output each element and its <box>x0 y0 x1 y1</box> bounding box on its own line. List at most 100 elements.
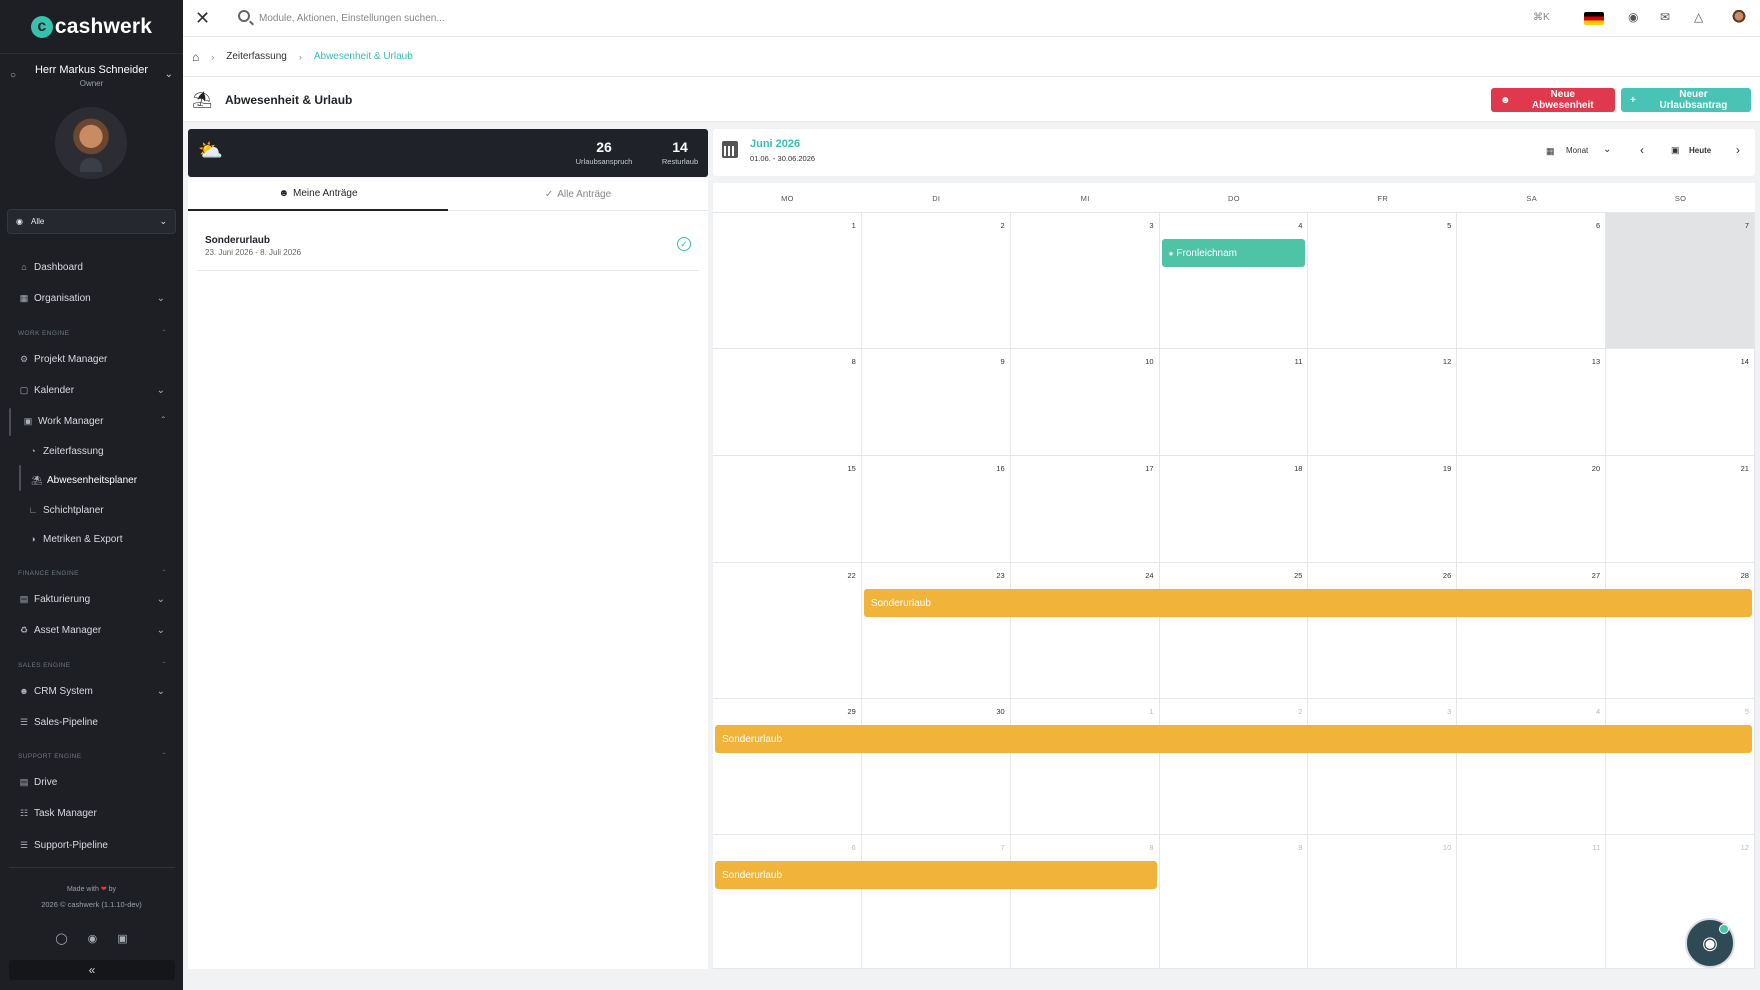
calendar-day-cell[interactable]: 19 <box>1308 456 1458 563</box>
linkedin-icon[interactable]: ▣ <box>117 932 127 945</box>
sidebar-item-work-manager[interactable]: ▣ Work Manager ˆ <box>0 410 183 432</box>
calendar-day-cell[interactable]: 29 <box>713 699 862 835</box>
brand-logo[interactable]: c cashwerk <box>0 0 183 54</box>
holiday-event[interactable]: ● Fronleichnam <box>1161 239 1306 267</box>
sidebar-item-task-manager[interactable]: ☷ Task Manager <box>0 802 183 824</box>
calendar-day-cell[interactable]: 23 <box>861 563 1011 699</box>
user-avatar[interactable] <box>1730 9 1748 27</box>
topbar: ✕ ⌘K ◉ ✉ △ <box>183 0 1760 37</box>
sidebar-item-abwesenheitsplaner[interactable]: ⛱ Abwesenheitsplaner <box>0 469 183 491</box>
leave-event[interactable]: Sonderurlaub <box>715 861 1157 889</box>
calendar-day-cell[interactable]: 3 <box>1308 699 1458 835</box>
calendar-grid: MO DI MI DO FR SA SO 1 2 3 4 5 6 7 8 9 10 11 12 13 14 15 16 17… <box>713 183 1755 969</box>
leave-event[interactable]: Sonderurlaub <box>715 725 1752 753</box>
calendar-day-cell[interactable]: 24 <box>1010 563 1160 699</box>
new-vacation-request-button[interactable]: + Neuer Urlaubsantrag <box>1621 88 1751 112</box>
instagram-icon[interactable]: ◯ <box>55 932 67 945</box>
section-work-engine[interactable]: WORK ENGINE ˆ <box>18 326 166 340</box>
sidebar-item-crm-system[interactable]: ☻ CRM System ⌄ <box>0 680 183 702</box>
calendar-day-cell[interactable]: 9 <box>1159 835 1309 969</box>
leave-event[interactable]: Sonderurlaub <box>863 589 1752 617</box>
section-sales-engine[interactable]: SALES ENGINE ˆ <box>18 658 166 672</box>
sidebar-item-fakturierung[interactable]: ▤ Fakturierung ⌄ <box>0 588 183 610</box>
calendar-day-cell[interactable]: 14 <box>1606 349 1755 456</box>
chat-icon[interactable]: ✉ <box>1660 10 1670 24</box>
facebook-icon[interactable]: ◉ <box>88 932 98 945</box>
collapse-sidebar-button[interactable]: « <box>9 960 175 980</box>
calendar-day-cell[interactable]: 8 <box>713 349 862 456</box>
calendar-day-cell[interactable]: 7 <box>1606 213 1755 349</box>
grid-icon[interactable]: ▦ <box>1546 146 1555 157</box>
calendar-day-cell[interactable]: 6 <box>713 835 862 969</box>
calendar-day-cell[interactable]: 2 <box>1159 699 1309 835</box>
sidebar-item-organisation[interactable]: ▦ Organisation ⌄ <box>0 287 183 309</box>
section-finance-engine[interactable]: FINANCE ENGINE ˆ <box>18 566 166 580</box>
previous-month-button[interactable]: ‹ <box>1640 143 1644 157</box>
sidebar-item-kalender[interactable]: ▢ Kalender ⌄ <box>0 379 183 401</box>
calendar-day-cell[interactable]: 11 <box>1457 835 1607 969</box>
sidebar-item-asset-manager[interactable]: ♻ Asset Manager ⌄ <box>0 619 183 641</box>
sidebar-item-drive[interactable]: ▤ Drive <box>0 771 183 793</box>
sidebar-item-support-pipeline[interactable]: ☰ Support-Pipeline <box>0 834 183 856</box>
calendar-day-cell[interactable]: 1 <box>1010 699 1160 835</box>
tab-my-requests[interactable]: ☻ Meine Anträge <box>188 178 448 211</box>
calendar-day-cell[interactable]: 12 <box>1308 349 1458 456</box>
calendar-day-cell[interactable]: 1 <box>713 213 862 349</box>
calendar-day-cell[interactable]: 3 <box>1010 213 1160 349</box>
event-label: Sonderurlaub <box>722 733 783 745</box>
calendar-day-cell[interactable]: 16 <box>861 456 1011 563</box>
user-role: Owner <box>79 79 104 88</box>
chevron-down-icon[interactable]: ⌄ <box>1603 144 1611 155</box>
sidebar-item-dashboard[interactable]: ⌂ Dashboard <box>0 256 183 278</box>
new-absence-button[interactable]: ☻ Neue Abwesenheit <box>1491 88 1615 112</box>
german-flag-icon[interactable] <box>1584 12 1604 25</box>
calendar-day-cell[interactable]: 25 <box>1159 563 1309 699</box>
calendar-day-cell[interactable]: 4 <box>1457 699 1607 835</box>
list-item[interactable]: Sonderurlaub 23. Juni 2026 - 8. Juli 202… <box>197 223 699 271</box>
search-input[interactable] <box>259 9 759 27</box>
sidebar-item-label: Kalender <box>34 384 75 396</box>
help-chat-button[interactable]: ◉ <box>1685 918 1735 968</box>
calendar-day-cell[interactable]: 2 <box>861 213 1011 349</box>
view-select[interactable]: Monat <box>1566 146 1588 155</box>
palette-icon[interactable]: ◉ <box>1628 10 1638 24</box>
calendar-day-cell[interactable]: 5 <box>1308 213 1458 349</box>
calendar-day-cell[interactable]: 5 <box>1606 699 1755 835</box>
sidebar-item-sales-pipeline[interactable]: ☰ Sales-Pipeline <box>0 711 183 733</box>
user-name: Herr Markus Schneider <box>34 64 149 76</box>
calendar-day-cell[interactable]: 10 <box>1010 349 1160 456</box>
calendar-day-cell[interactable]: 10 <box>1308 835 1458 969</box>
home-icon[interactable]: ⌂ <box>192 50 199 64</box>
close-icon[interactable]: ✕ <box>195 8 210 29</box>
calendar-day-cell[interactable]: 18 <box>1159 456 1309 563</box>
calendar-day-cell[interactable]: 17 <box>1010 456 1160 563</box>
bell-icon[interactable]: △ <box>1694 10 1703 24</box>
calendar-day-cell[interactable]: 27 <box>1457 563 1607 699</box>
next-month-button[interactable]: › <box>1736 143 1740 157</box>
section-support-engine[interactable]: SUPPORT ENGINE ˆ <box>18 749 166 763</box>
calendar-day-cell[interactable]: 28 <box>1606 563 1755 699</box>
today-button[interactable]: Heute <box>1689 146 1711 155</box>
calendar-day-cell[interactable]: 7 <box>861 835 1011 969</box>
calendar-day-cell[interactable]: 26 <box>1308 563 1458 699</box>
sidebar-item-metriken-export[interactable]: ◑ Metriken & Export <box>0 528 183 550</box>
avatar[interactable] <box>55 107 127 179</box>
calendar-day-cell[interactable]: 9 <box>861 349 1011 456</box>
breadcrumb-item[interactable]: Zeiterfassung <box>226 51 287 62</box>
calendar-day-cell[interactable]: 6 <box>1457 213 1607 349</box>
calendar-day-cell[interactable]: 21 <box>1606 456 1755 563</box>
scope-select[interactable]: ◉ Alle ⌄ <box>7 209 176 234</box>
sidebar-item-schichtplaner[interactable]: ∟ Schichtplaner <box>0 499 183 521</box>
calendar-day-cell[interactable]: 30 <box>861 699 1011 835</box>
sidebar-item-zeiterfassung[interactable]: ◔ Zeiterfassung <box>0 440 183 462</box>
calendar-day-cell[interactable]: 15 <box>713 456 862 563</box>
calendar-day-cell[interactable]: 4 <box>1159 213 1309 349</box>
user-menu[interactable]: ○ Herr Markus Schneider Owner ⌄ <box>0 60 183 92</box>
tab-all-requests[interactable]: ✓ Alle Anträge <box>448 178 708 211</box>
sidebar-item-projekt-manager[interactable]: ⚙ Projekt Manager <box>0 348 183 370</box>
calendar-day-cell[interactable]: 13 <box>1457 349 1607 456</box>
calendar-day-cell[interactable]: 22 <box>713 563 862 699</box>
calendar-day-cell[interactable]: 20 <box>1457 456 1607 563</box>
calendar-day-cell[interactable]: 8 <box>1010 835 1160 969</box>
calendar-day-cell[interactable]: 11 <box>1159 349 1309 456</box>
